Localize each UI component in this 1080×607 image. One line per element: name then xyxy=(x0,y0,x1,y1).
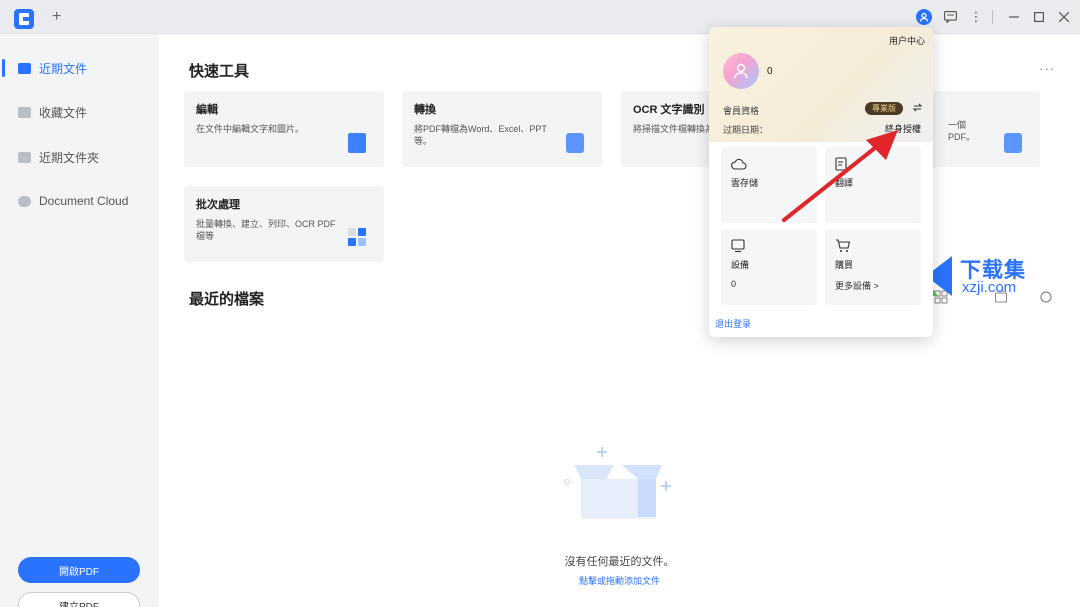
sidebar-item-label: 近期文件 xyxy=(39,61,88,76)
avatar[interactable] xyxy=(723,53,759,89)
sidebar-item-favorites[interactable]: 收藏文件 xyxy=(0,98,158,126)
new-tab-button[interactable]: + xyxy=(52,8,61,26)
tile-label: 購買 xyxy=(835,260,854,270)
watermark-url: xzji.com xyxy=(962,279,1017,296)
card-title: 編輯 xyxy=(196,104,218,116)
sidebar: 近期文件 收藏文件 近期文件夾 Document Cloud 開啟PDF 建立P… xyxy=(0,35,158,607)
pro-badge: 專業版 xyxy=(865,102,903,115)
more-devices-link[interactable]: 更多設備 > xyxy=(835,279,911,292)
card-title: 批次處理 xyxy=(196,199,240,211)
cart-icon xyxy=(835,239,851,253)
batch-icon xyxy=(348,228,368,248)
refresh-icon[interactable] xyxy=(912,102,923,116)
user-center-link[interactable]: 用户中心 xyxy=(889,34,925,47)
combine-icon xyxy=(1004,133,1022,153)
card-desc: 在文件中編輯文字和圖片。 xyxy=(196,124,305,134)
file-icon xyxy=(18,62,31,74)
sidebar-item-label: 近期文件夾 xyxy=(39,150,100,165)
open-pdf-button[interactable]: 開啟PDF xyxy=(18,557,140,583)
edit-icon xyxy=(348,133,366,153)
main-content: 快速工具 ··· 編輯 在文件中編輯文字和圖片。 轉換 將PDF轉檔為Word、… xyxy=(159,35,1080,607)
sidebar-item-document-cloud[interactable]: Document Cloud xyxy=(0,187,158,215)
annotation-arrow-icon xyxy=(782,130,898,222)
more-icon[interactable]: ⋮ xyxy=(968,9,984,25)
tool-card-convert[interactable]: 轉換 將PDF轉檔為Word、Excel、PPT等。 xyxy=(402,91,602,167)
sidebar-item-recent-folders[interactable]: 近期文件夾 xyxy=(0,143,158,171)
tile-devices[interactable]: 設備 0 xyxy=(721,229,817,305)
sidebar-item-label: 收藏文件 xyxy=(39,105,88,120)
cloud-icon xyxy=(731,157,747,171)
membership-label: 會員資格 xyxy=(723,106,760,116)
tool-card-batch[interactable]: 批次處理 批量轉換、建立、列印、OCR PDF檔等 xyxy=(184,186,384,262)
close-icon[interactable] xyxy=(1056,9,1072,25)
tile-purchase[interactable]: 購買 更多設備 > xyxy=(825,229,921,305)
sidebar-item-recent-files[interactable]: 近期文件 xyxy=(0,54,158,82)
app-logo-icon xyxy=(14,9,34,29)
empty-box-illustration xyxy=(564,447,671,519)
tile-label: 設備 xyxy=(731,260,750,270)
quick-tools-title: 快速工具 xyxy=(189,63,250,80)
expire-label: 过期日期： xyxy=(723,125,769,135)
more-options-icon[interactable]: ··· xyxy=(1039,61,1055,76)
username: 0 xyxy=(767,66,773,77)
tool-card-edit[interactable]: 編輯 在文件中編輯文字和圖片。 xyxy=(184,91,384,167)
maximize-icon[interactable] xyxy=(1031,9,1047,25)
logout-link[interactable]: 退出登录 xyxy=(715,317,751,330)
titlebar-divider xyxy=(992,10,993,24)
create-pdf-button[interactable]: 建立PDF xyxy=(18,592,140,607)
empty-state-text: 沒有任何最近的文件。 xyxy=(564,556,675,568)
folder-icon xyxy=(18,151,31,163)
message-icon[interactable] xyxy=(942,9,958,25)
card-desc: 批量轉換、建立、列印、OCR PDF檔等 xyxy=(196,219,336,241)
sidebar-item-label: Document Cloud xyxy=(39,194,129,208)
card-title: 轉換 xyxy=(414,104,436,116)
minimize-icon[interactable] xyxy=(1006,9,1022,25)
device-icon xyxy=(731,239,747,253)
recent-files-title: 最近的檔案 xyxy=(189,291,265,308)
convert-icon xyxy=(566,133,584,153)
user-icon[interactable] xyxy=(916,9,932,25)
device-count: 0 xyxy=(731,279,737,289)
add-file-link[interactable]: 點擊或拖動添加文件 xyxy=(159,574,1080,587)
avatar-person-icon xyxy=(734,63,748,79)
card-desc: 將PDF轉檔為Word、Excel、PPT等。 xyxy=(414,124,547,146)
cloud-icon xyxy=(18,195,31,207)
star-icon xyxy=(18,106,31,118)
